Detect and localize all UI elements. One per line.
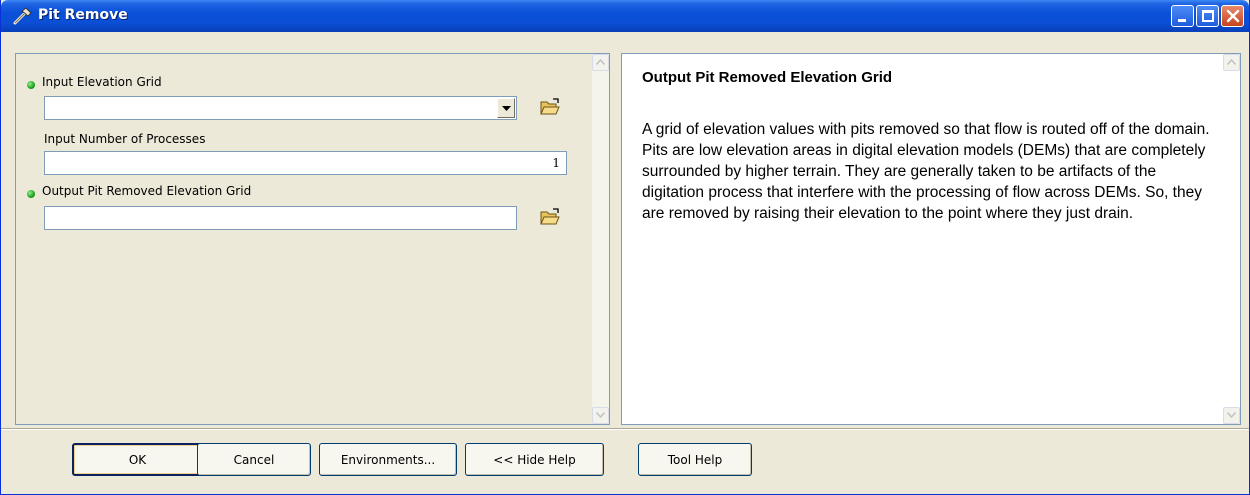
minimize-icon [1178, 19, 1186, 22]
open-folder-icon [540, 208, 560, 225]
ok-button[interactable]: OK [72, 443, 203, 476]
hammer-icon [13, 7, 33, 25]
chevron-down-icon [1227, 412, 1236, 418]
scroll-up-button[interactable] [1223, 54, 1240, 71]
maximize-icon [1202, 10, 1214, 22]
dialog-window: Pit Remove Input Elevation Grid Input Nu… [0, 0, 1250, 495]
scroll-down-button[interactable] [1223, 407, 1240, 424]
environments-button[interactable]: Environments... [319, 443, 457, 476]
open-folder-icon [540, 98, 560, 115]
parameters-scrollbar[interactable] [592, 54, 609, 424]
help-title: Output Pit Removed Elevation Grid [642, 69, 893, 86]
close-icon [1225, 8, 1241, 24]
parameters-pane: Input Elevation Grid Input Number of Pro… [15, 53, 610, 425]
title-bar[interactable]: Pit Remove [1, 0, 1249, 32]
output-pit-removed-grid-label: Output Pit Removed Elevation Grid [42, 184, 252, 198]
required-indicator-icon [27, 190, 35, 198]
window-title: Pit Remove [38, 7, 128, 23]
close-button[interactable] [1221, 5, 1244, 27]
dropdown-button[interactable] [497, 98, 515, 118]
browse-input-button[interactable] [537, 95, 563, 121]
input-elevation-grid-label: Input Elevation Grid [42, 75, 162, 89]
input-elevation-grid-combo[interactable] [44, 96, 517, 120]
input-number-of-processes-label: Input Number of Processes [44, 132, 206, 146]
output-grid-field[interactable] [44, 206, 517, 230]
separator [1, 428, 1249, 430]
chevron-up-icon [1227, 59, 1236, 65]
help-pane: Output Pit Removed Elevation Grid A grid… [621, 53, 1241, 425]
output-grid-input[interactable] [45, 207, 516, 229]
number-of-processes-input[interactable] [45, 152, 566, 174]
tool-help-button[interactable]: Tool Help [638, 443, 752, 476]
cancel-button[interactable]: Cancel [197, 443, 311, 476]
browse-output-button[interactable] [537, 205, 563, 231]
minimize-button[interactable] [1171, 5, 1194, 27]
scroll-down-button[interactable] [592, 407, 609, 424]
input-elevation-grid-input[interactable] [45, 97, 516, 119]
help-scrollbar[interactable] [1223, 54, 1240, 424]
required-indicator-icon [27, 81, 35, 89]
chevron-down-icon [502, 106, 511, 111]
help-body: A grid of elevation values with pits rem… [642, 121, 1210, 222]
number-of-processes-field[interactable] [44, 151, 567, 175]
maximize-button[interactable] [1196, 5, 1219, 27]
scroll-up-button[interactable] [592, 54, 609, 71]
hide-help-button[interactable]: << Hide Help [465, 443, 604, 476]
chevron-down-icon [596, 412, 605, 418]
chevron-up-icon [596, 59, 605, 65]
